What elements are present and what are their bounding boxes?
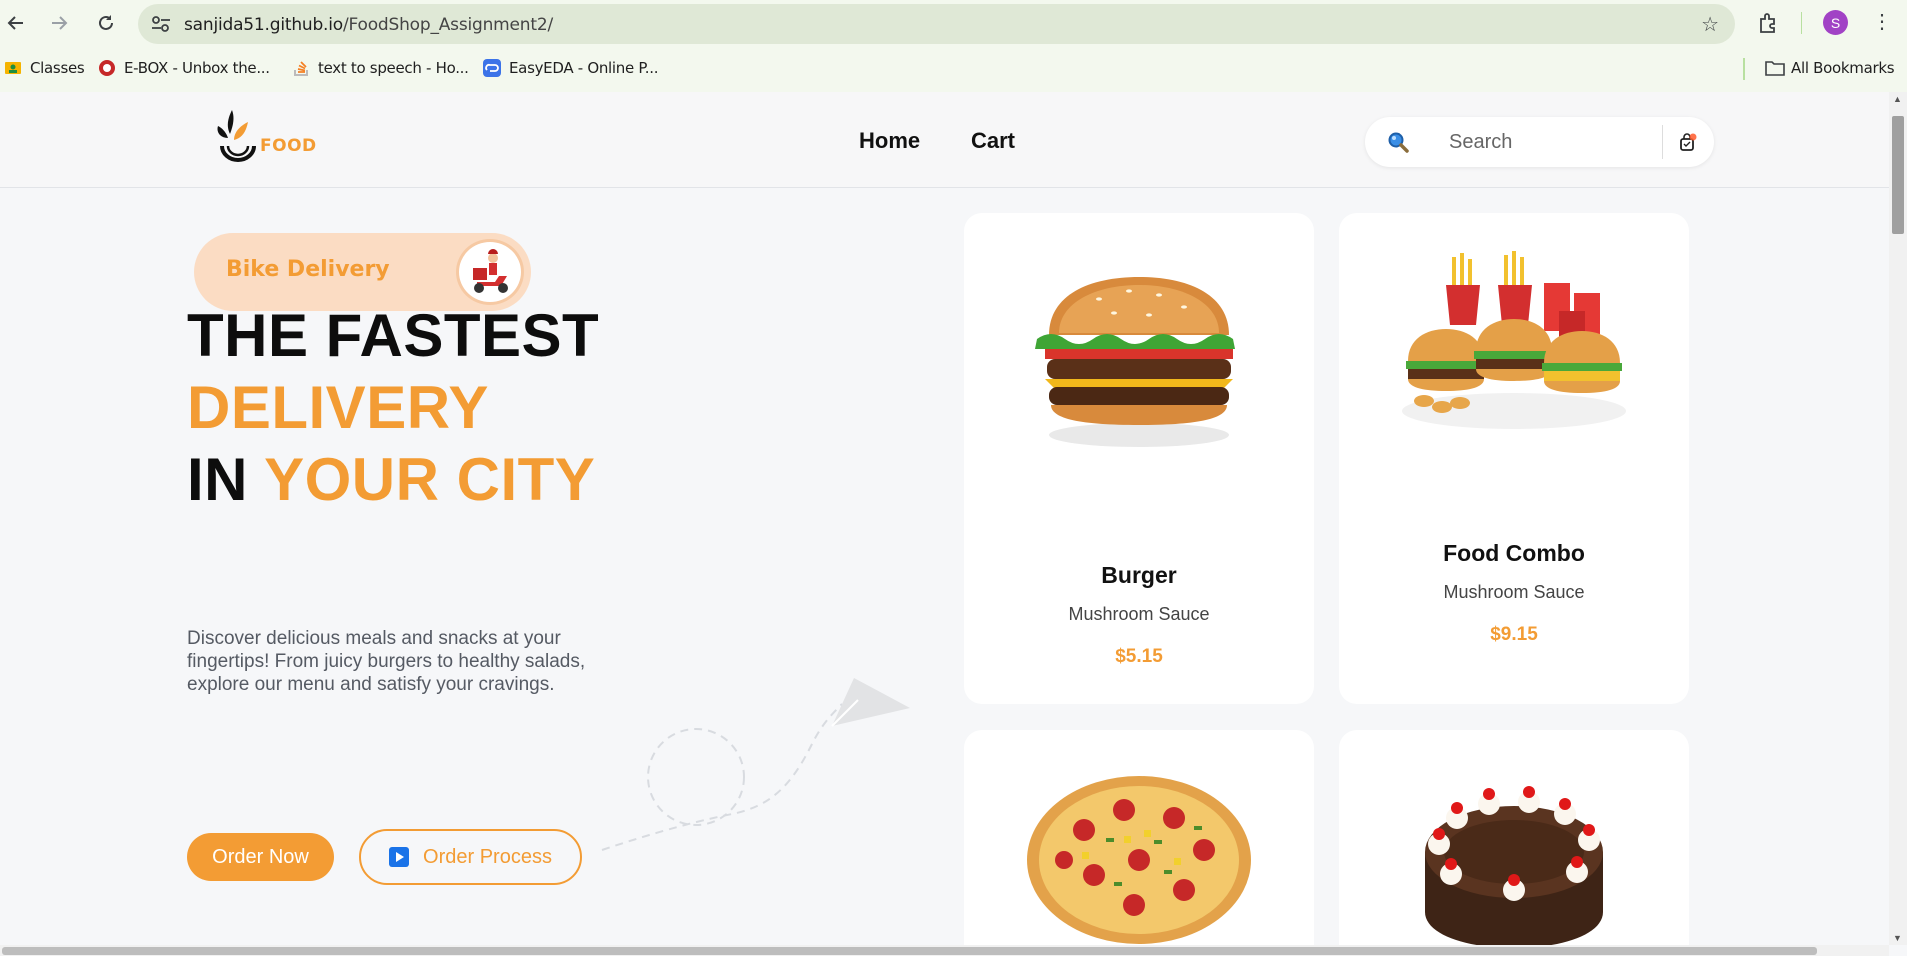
page-viewport: FOOD Home Cart Bike Delivery	[0, 92, 1889, 945]
product-price: $5.15	[1115, 646, 1163, 667]
back-arrow-icon[interactable]	[3, 10, 29, 36]
product-name: Food Combo	[1443, 540, 1585, 566]
site-info-icon[interactable]	[150, 14, 172, 34]
folder-icon	[1765, 59, 1785, 77]
browser-toolbar: sanjida51.github.io/FoodShop_Assignment2…	[0, 0, 1907, 46]
search-input[interactable]	[1449, 129, 1649, 155]
play-icon	[389, 847, 410, 867]
badge-label: Bike Delivery	[226, 257, 390, 282]
product-name: Burger	[1101, 562, 1177, 588]
food-logo[interactable]: FOOD	[210, 104, 322, 170]
vertical-scroll-thumb[interactable]	[1892, 116, 1904, 234]
order-process-label: Order Process	[423, 845, 552, 868]
nav-home[interactable]: Home	[859, 128, 920, 154]
bookmark-classes[interactable]: Classes	[4, 59, 85, 77]
vertical-scrollbar[interactable]: ▲ ▼	[1889, 92, 1907, 945]
order-now-button[interactable]: Order Now	[187, 833, 334, 881]
all-bookmarks-button[interactable]: All Bookmarks	[1765, 59, 1895, 77]
more-menu-icon[interactable]: ⋮	[1872, 8, 1892, 36]
profile-avatar[interactable]: S	[1823, 10, 1848, 35]
address-bar[interactable]: sanjida51.github.io/FoodShop_Assignment2…	[138, 4, 1735, 44]
hero-headline: THE FASTEST DELIVERY IN YOUR CITY	[187, 300, 599, 516]
headline-line-3b: YOUR CITY	[264, 446, 596, 513]
site-header: FOOD Home Cart	[0, 92, 1889, 188]
product-subtitle: Mushroom Sauce	[1068, 604, 1210, 624]
cake-image	[1425, 786, 1603, 945]
toolbar-divider	[1801, 12, 1802, 34]
stack-overflow-icon	[292, 59, 310, 77]
scroll-down-icon[interactable]: ▼	[1893, 933, 1902, 943]
forward-arrow-icon[interactable]	[46, 10, 72, 36]
bookmarks-divider	[1743, 58, 1745, 80]
burger-image	[1035, 277, 1235, 447]
bookmarks-bar: Classes E-BOX - Unbox the... text to spe…	[0, 46, 1907, 92]
logo-text: FOOD	[260, 136, 317, 156]
url-host: sanjida51.github.io	[184, 15, 343, 35]
bookmark-label: Classes	[30, 59, 85, 77]
ebox-icon	[98, 59, 116, 77]
product-card-cake[interactable]	[1339, 730, 1689, 945]
order-process-button[interactable]: Order Process	[359, 829, 582, 885]
food-combo-image	[1402, 251, 1626, 429]
product-card-food-combo[interactable]: Food Combo Mushroom Sauce $9.15	[1339, 213, 1689, 704]
search-divider	[1662, 125, 1663, 159]
scroll-up-icon[interactable]: ▲	[1893, 94, 1902, 104]
hero-description: Discover delicious meals and snacks at y…	[187, 628, 586, 695]
headline-line-3a: IN	[187, 446, 265, 513]
product-card-burger[interactable]: Burger Mushroom Sauce $5.15	[964, 213, 1314, 704]
all-bookmarks-label: All Bookmarks	[1791, 59, 1895, 77]
horizontal-scroll-thumb[interactable]	[2, 947, 1817, 955]
product-card-pizza[interactable]	[964, 730, 1314, 945]
search-icon[interactable]	[1387, 131, 1409, 153]
reload-icon[interactable]	[93, 10, 119, 36]
delivery-scooter-icon	[456, 239, 524, 305]
bookmark-star-icon[interactable]: ☆	[1701, 12, 1719, 37]
url-path: /FoodShop_Assignment2/	[343, 15, 553, 35]
horizontal-scrollbar[interactable]	[0, 945, 1889, 956]
extensions-icon[interactable]	[1757, 11, 1781, 35]
paper-plane-decoration	[601, 678, 910, 851]
product-subtitle: Mushroom Sauce	[1443, 582, 1585, 602]
headline-line-2: DELIVERY	[187, 374, 489, 441]
nav-cart[interactable]: Cart	[971, 128, 1015, 154]
classroom-icon	[4, 59, 22, 77]
bookmark-ebox[interactable]: E-BOX - Unbox the...	[98, 59, 270, 77]
search-bar	[1365, 117, 1714, 167]
url-text[interactable]: sanjida51.github.io/FoodShop_Assignment2…	[184, 15, 553, 35]
bookmark-easyeda[interactable]: EasyEDA - Online P...	[483, 59, 659, 77]
bookmark-label: text to speech - Ho...	[318, 59, 469, 77]
pizza-image	[1027, 776, 1251, 944]
bookmark-label: E-BOX - Unbox the...	[124, 59, 270, 77]
shopping-bag-icon[interactable]	[1678, 133, 1698, 153]
bookmark-label: EasyEDA - Online P...	[509, 59, 659, 77]
headline-line-1: THE FASTEST	[187, 302, 600, 369]
easyeda-icon	[483, 59, 501, 77]
product-price: $9.15	[1490, 624, 1538, 645]
bookmark-text-to-speech[interactable]: text to speech - Ho...	[292, 59, 469, 77]
